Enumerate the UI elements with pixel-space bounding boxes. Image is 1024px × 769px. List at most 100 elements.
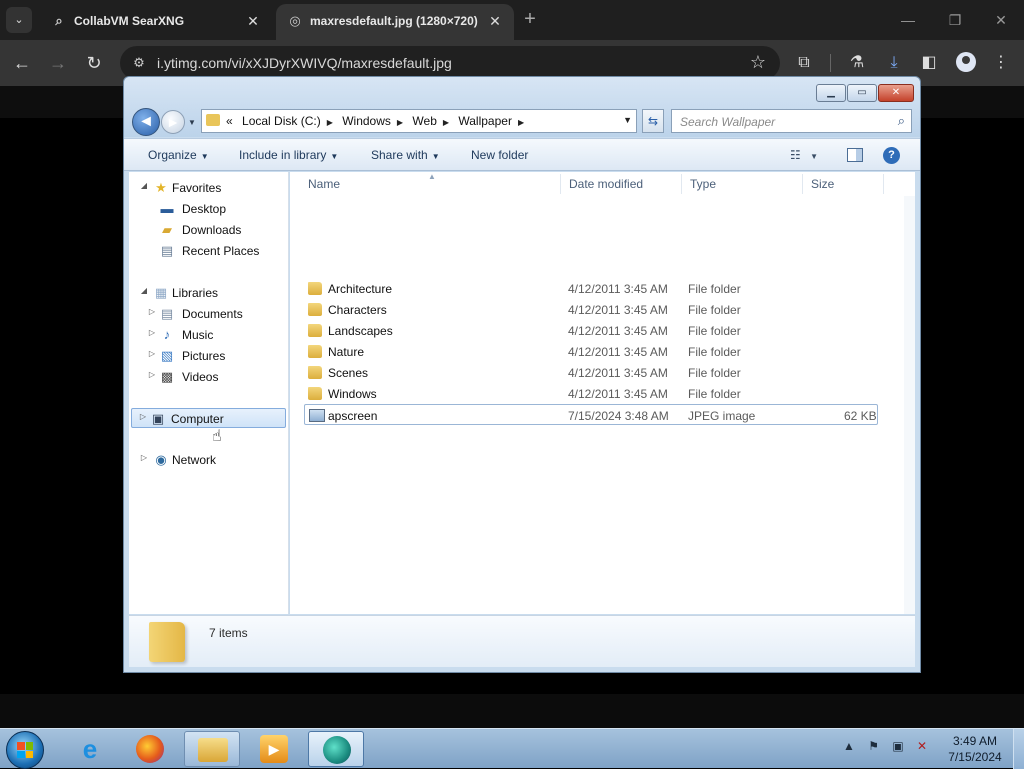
- expand-arrow-icon[interactable]: ▷: [139, 453, 149, 462]
- file-row-characters[interactable]: Characters 4/12/2011 3:45 AM File folder: [304, 299, 878, 320]
- system-clock[interactable]: 3:49 AM 7/15/2024: [940, 733, 1010, 765]
- column-header-size[interactable]: Size: [803, 172, 883, 196]
- tab-collabvm-searxng[interactable]: ⌕ CollabVM SearXNG ✕: [40, 4, 272, 40]
- chevron-right-icon[interactable]: ▶: [327, 118, 333, 127]
- file-row-landscapes[interactable]: Landscapes 4/12/2011 3:45 AM File folder: [304, 320, 878, 341]
- file-row-nature[interactable]: Nature 4/12/2011 3:45 AM File folder: [304, 341, 878, 362]
- chevron-right-icon[interactable]: ▶: [397, 118, 403, 127]
- search-icon[interactable]: ⌕: [898, 113, 905, 129]
- new-tab-button[interactable]: +: [520, 8, 540, 30]
- new-folder-button[interactable]: New folder: [471, 148, 528, 162]
- column-header-type[interactable]: Type: [682, 172, 802, 196]
- downloads-icon[interactable]: ⤓: [883, 52, 905, 74]
- expand-arrow-icon[interactable]: ▷: [147, 370, 157, 379]
- nav-label: Downloads: [182, 223, 242, 237]
- nav-videos[interactable]: ▷ ▩ Videos: [139, 367, 279, 387]
- vertical-scroll-track[interactable]: [904, 196, 915, 614]
- breadcrumb-windows[interactable]: Windows: [342, 114, 391, 128]
- chevron-right-icon[interactable]: ▶: [518, 118, 524, 127]
- restore-window-button[interactable]: ❐: [945, 10, 965, 30]
- address-bar[interactable]: ⚙ i.ytimg.com/vi/xXJDyrXWIVQ/maxresdefau…: [120, 46, 780, 80]
- nav-desktop[interactable]: ▬ Desktop: [139, 199, 279, 219]
- file-row-windows[interactable]: Windows 4/12/2011 3:45 AM File folder: [304, 383, 878, 404]
- show-hidden-icons-icon[interactable]: ▲: [843, 739, 855, 753]
- forward-button[interactable]: →: [46, 51, 70, 75]
- image-bottom-strip: [0, 694, 1024, 728]
- explorer-search-input[interactable]: Search Wallpaper ⌕: [671, 109, 912, 133]
- change-view-button[interactable]: ☷ ▼: [790, 148, 818, 162]
- expand-arrow-icon[interactable]: ▷: [147, 307, 157, 316]
- column-header-date-modified[interactable]: Date modified: [561, 172, 681, 196]
- file-date: 4/12/2011 3:45 AM: [568, 366, 668, 380]
- site-info-icon[interactable]: ⚙: [130, 54, 148, 72]
- address-history-dropdown-icon[interactable]: ▼: [623, 115, 632, 125]
- file-row-architecture[interactable]: Architecture 4/12/2011 3:45 AM File fold…: [304, 278, 878, 299]
- explorer-minimize-button[interactable]: ▁: [816, 84, 846, 102]
- tab-close-icon[interactable]: ✕: [486, 12, 504, 30]
- explorer-back-button[interactable]: ◄: [132, 108, 160, 136]
- include-in-library-button[interactable]: Include in library ▼: [239, 148, 338, 162]
- explorer-maximize-button[interactable]: ▭: [847, 84, 877, 102]
- share-with-button[interactable]: Share with ▼: [371, 148, 440, 162]
- organize-button[interactable]: Organize ▼: [148, 148, 209, 162]
- explorer-close-button[interactable]: ✕: [878, 84, 914, 102]
- file-row-apscreen[interactable]: apscreen 7/15/2024 3:48 AM JPEG image 62…: [304, 404, 878, 425]
- tab-close-icon[interactable]: ✕: [244, 12, 262, 30]
- nav-pictures[interactable]: ▷ ▧ Pictures: [139, 346, 279, 366]
- tab-search-button[interactable]: ⌄: [6, 7, 32, 33]
- action-center-flag-icon[interactable]: ⚑: [868, 739, 879, 753]
- recent-pages-dropdown-icon[interactable]: ▼: [188, 118, 196, 127]
- labs-flask-icon[interactable]: ⚗: [846, 52, 868, 74]
- nav-computer[interactable]: ▷ ▣ Computer: [131, 408, 286, 428]
- close-window-button[interactable]: ✕: [991, 10, 1011, 30]
- side-panel-icon[interactable]: ◧: [918, 52, 940, 74]
- reload-button[interactable]: ↻: [82, 51, 106, 75]
- nav-music[interactable]: ▷ ♪ Music: [139, 325, 279, 345]
- breadcrumb-wallpaper[interactable]: Wallpaper: [458, 114, 512, 128]
- expand-arrow-icon[interactable]: ▷: [138, 412, 148, 421]
- profile-avatar[interactable]: [956, 52, 976, 72]
- explorer-refresh-button[interactable]: ⇆: [642, 109, 664, 133]
- breadcrumb-overflow[interactable]: «: [226, 114, 233, 128]
- file-date: 4/12/2011 3:45 AM: [568, 387, 668, 401]
- nav-libraries[interactable]: ◢ ▦ Libraries: [139, 283, 279, 303]
- explorer-forward-button[interactable]: ►: [161, 110, 185, 134]
- taskbar-collabvm-app[interactable]: [308, 731, 364, 767]
- column-label: Name: [308, 177, 341, 191]
- nav-documents[interactable]: ▷ ▤ Documents: [139, 304, 279, 324]
- tab-maxresdefault[interactable]: ◎ maxresdefault.jpg (1280×720) ✕: [276, 4, 514, 40]
- nav-recent-places[interactable]: ▤ Recent Places: [139, 241, 279, 261]
- taskbar-firefox[interactable]: [122, 731, 178, 767]
- file-row-scenes[interactable]: Scenes 4/12/2011 3:45 AM File folder: [304, 362, 878, 383]
- taskbar-internet-explorer[interactable]: e: [62, 731, 118, 767]
- collapse-arrow-icon[interactable]: ◢: [139, 181, 149, 190]
- back-button[interactable]: ←: [10, 51, 34, 75]
- bookmark-star-icon[interactable]: ☆: [750, 52, 766, 73]
- network-status-icon[interactable]: ▣: [892, 739, 903, 753]
- column-label: Type: [690, 177, 717, 191]
- collapse-arrow-icon[interactable]: ◢: [139, 286, 149, 295]
- taskbar-windows-explorer[interactable]: [184, 731, 240, 767]
- nav-favorites[interactable]: ◢ ★ Favorites: [139, 178, 279, 198]
- recent-places-icon: ▤: [160, 243, 174, 258]
- star-icon: ★: [155, 180, 167, 195]
- nav-downloads[interactable]: ▰ Downloads: [139, 220, 279, 240]
- nav-network[interactable]: ▷ ◉ Network: [139, 450, 279, 470]
- volume-muted-icon[interactable]: ✕: [917, 739, 927, 753]
- minimize-window-button[interactable]: —: [898, 10, 918, 30]
- start-button[interactable]: [6, 731, 44, 769]
- extensions-icon[interactable]: ⧉: [793, 52, 815, 74]
- chevron-right-icon[interactable]: ▶: [443, 118, 449, 127]
- expand-arrow-icon[interactable]: ▷: [147, 328, 157, 337]
- column-divider[interactable]: [883, 174, 884, 194]
- expand-arrow-icon[interactable]: ▷: [147, 349, 157, 358]
- url-text[interactable]: i.ytimg.com/vi/xXJDyrXWIVQ/maxresdefault…: [157, 55, 452, 71]
- chrome-menu-icon[interactable]: ⋮: [990, 52, 1012, 74]
- breadcrumb-web[interactable]: Web: [412, 114, 436, 128]
- help-icon[interactable]: ?: [883, 147, 900, 164]
- taskbar-media-player[interactable]: ▶: [246, 731, 302, 767]
- explorer-address-bar[interactable]: « Local Disk (C:) ▶ Windows ▶ Web ▶ Wallpap…: [201, 109, 637, 133]
- preview-pane-button[interactable]: [847, 148, 863, 162]
- show-desktop-button[interactable]: [1013, 729, 1024, 769]
- breadcrumb-local-disk[interactable]: Local Disk (C:): [242, 114, 321, 128]
